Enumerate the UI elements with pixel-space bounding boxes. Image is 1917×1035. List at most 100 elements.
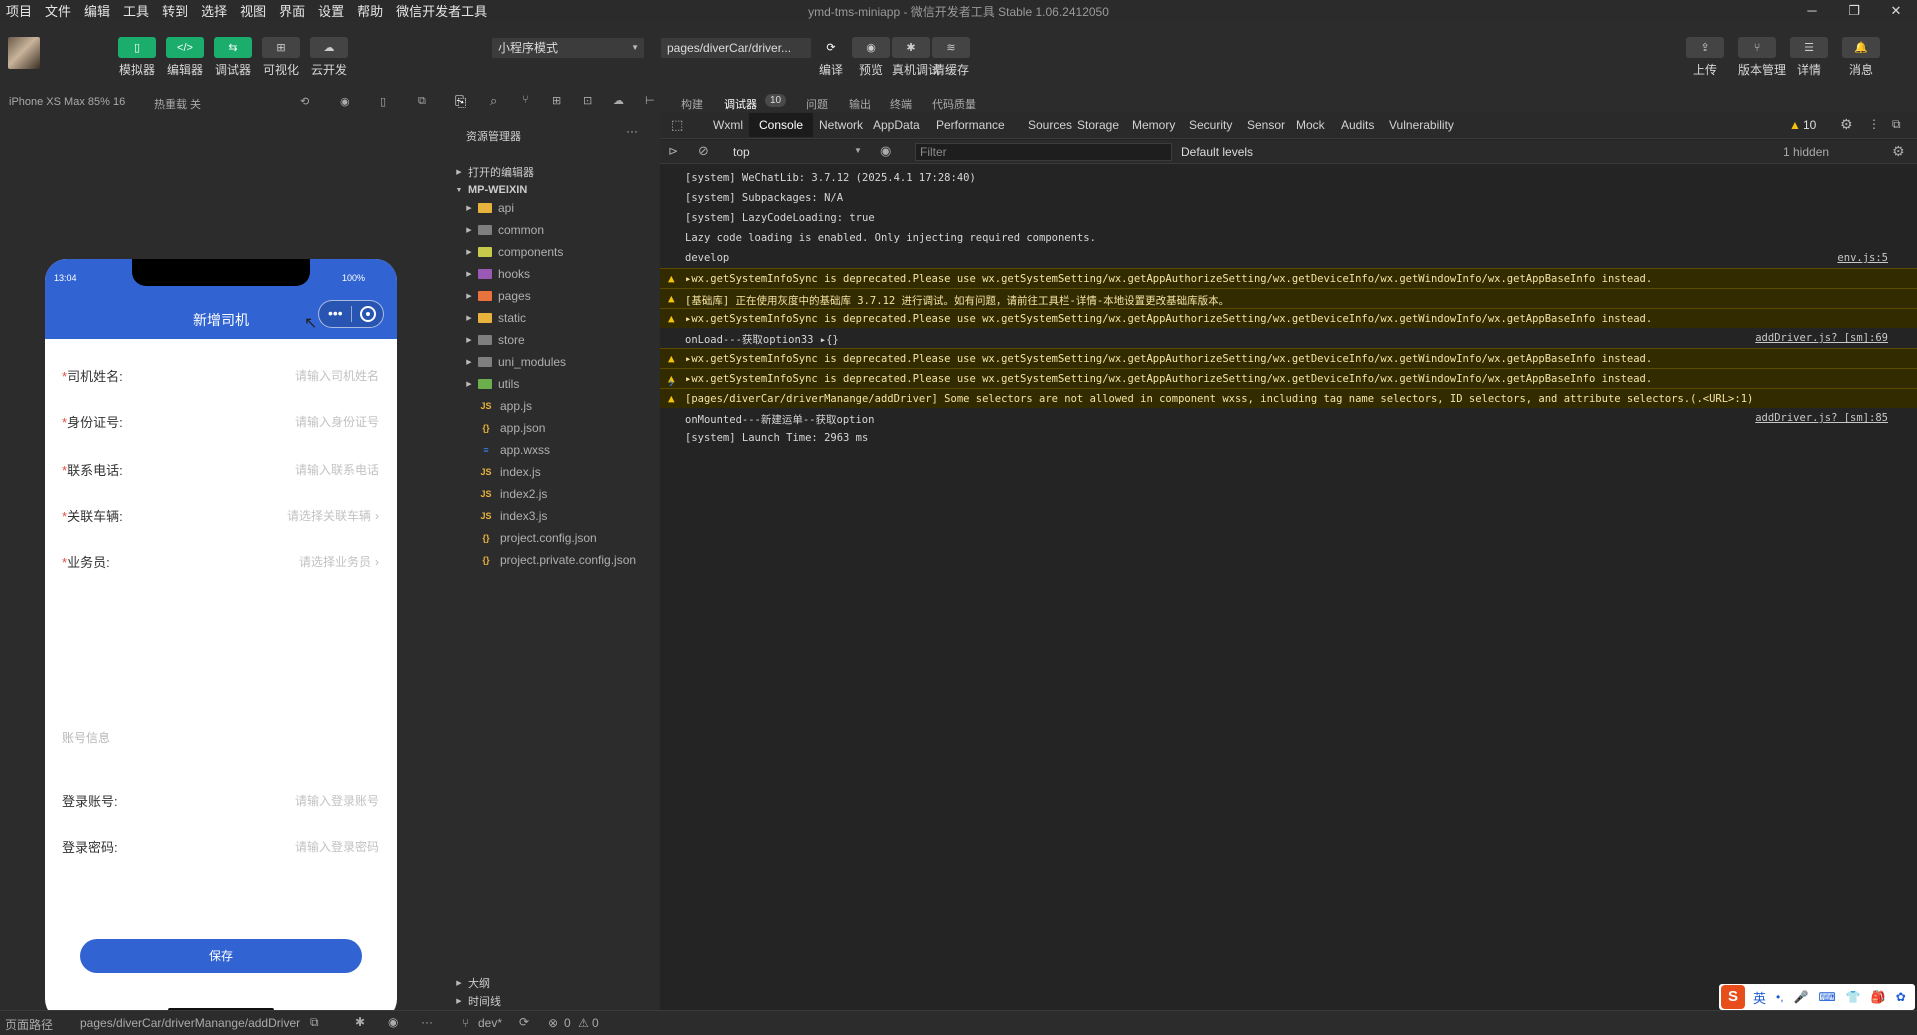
inspect-icon[interactable]: ⬚	[671, 117, 683, 133]
tab-mock[interactable]: Mock	[1296, 118, 1325, 132]
form-row[interactable]: 登录账号: 请输入登录账号	[45, 779, 397, 819]
debug-button[interactable]: ⇆ 调试器	[214, 37, 252, 78]
form-row[interactable]: *身份证号: 请输入身份证号	[45, 400, 397, 440]
bug-button[interactable]: ✱ 真机调试	[892, 37, 940, 78]
save-button[interactable]: 保存	[80, 939, 362, 973]
upload-button[interactable]: ⇪ 上传	[1686, 37, 1724, 78]
rotate-icon[interactable]: ⟲	[300, 95, 309, 108]
form-row[interactable]: 登录密码: 请输入登录密码	[45, 825, 397, 865]
menu-item[interactable]: 编辑	[78, 1, 117, 20]
source-link[interactable]: env.js:5	[1837, 252, 1888, 264]
tab-appdata[interactable]: AppData	[873, 118, 920, 132]
file-item[interactable]: {} project.config.json	[474, 527, 596, 549]
code-button[interactable]: </> 编辑器	[166, 37, 204, 78]
git-icon[interactable]: ⑂	[522, 94, 529, 106]
ime-item[interactable]: ✿	[1896, 990, 1906, 1004]
capsule-menu[interactable]: •••	[318, 300, 384, 328]
menu-item[interactable]: 视图	[234, 1, 273, 20]
folder-item[interactable]: ▶ store	[464, 329, 524, 351]
device-icon[interactable]: ▯	[380, 95, 386, 108]
close-button[interactable]: ✕	[1875, 0, 1917, 21]
tab-network[interactable]: Network	[819, 118, 863, 132]
more-icon[interactable]: ···	[626, 124, 638, 138]
bell-button[interactable]: 🔔 消息	[1842, 37, 1880, 78]
file-item[interactable]: JS app.js	[474, 395, 532, 417]
menu-button[interactable]: ☰ 详情	[1790, 37, 1828, 78]
ime-item[interactable]: 🎤	[1794, 990, 1809, 1004]
tab-sensor[interactable]: Sensor	[1247, 118, 1285, 132]
branch-button[interactable]: ⑂ 版本管理	[1738, 37, 1786, 78]
kebab-icon[interactable]: ⋮	[1868, 117, 1880, 131]
window-icon[interactable]: ⧉	[418, 95, 426, 108]
phone-button[interactable]: ▯ 模拟器	[118, 37, 156, 78]
form-row[interactable]: *联系电话: 请输入联系电话	[45, 448, 397, 488]
ime-item[interactable]: ⌨	[1819, 990, 1836, 1004]
source-link[interactable]: addDriver.js? [sm]:85	[1755, 412, 1888, 424]
context-select[interactable]: top	[733, 145, 750, 159]
ime-item[interactable]: 👕	[1846, 990, 1861, 1004]
minimize-button[interactable]: ─	[1791, 0, 1833, 21]
field-input[interactable]: 请输入联系电话	[295, 461, 379, 478]
sync-icon[interactable]: ⟳	[519, 1015, 529, 1029]
compile-page-select[interactable]: pages/diverCar/driver...	[661, 38, 811, 58]
stop-icon[interactable]: ◉	[340, 95, 350, 108]
sidebar-toggle-icon[interactable]: ⊳	[668, 144, 678, 158]
form-row[interactable]: *司机姓名: 请输入司机姓名	[45, 354, 397, 394]
ime-lang[interactable]: 英	[1753, 988, 1766, 1007]
file-item[interactable]: JS index2.js	[474, 483, 547, 505]
file-item[interactable]: {} project.private.config.json	[474, 549, 636, 571]
page-path-label[interactable]: 页面路径	[5, 1016, 53, 1033]
panel-tab[interactable]: 问题	[806, 96, 828, 112]
tab-console[interactable]: Console	[749, 113, 814, 137]
storage-icon[interactable]: ⊡	[583, 94, 592, 107]
file-item[interactable]: {} app.json	[474, 417, 545, 439]
hot-reload-toggle[interactable]: 热重载 关	[154, 96, 201, 112]
tab-security[interactable]: Security	[1189, 118, 1232, 132]
menu-item[interactable]: 文件	[39, 1, 78, 20]
device-select[interactable]: iPhone XS Max 85% 16	[9, 96, 125, 108]
error-count[interactable]: 0	[564, 1016, 571, 1030]
ime-item[interactable]: •,	[1776, 990, 1784, 1004]
field-input[interactable]: 请输入司机姓名	[295, 367, 379, 384]
folder-item[interactable]: ▶ components	[464, 241, 563, 263]
tab-memory[interactable]: Memory	[1132, 118, 1175, 132]
tab-sources[interactable]: Sources	[1028, 118, 1072, 132]
file-item[interactable]: JS index3.js	[474, 505, 547, 527]
mode-select[interactable]: 小程序模式 ▼	[492, 38, 644, 58]
tab-performance[interactable]: Performance	[936, 118, 1005, 132]
menu-item[interactable]: 帮助	[351, 1, 390, 20]
folder-item[interactable]: ▶ static	[464, 307, 526, 329]
menu-item[interactable]: 界面	[273, 1, 312, 20]
layout-button[interactable]: ⊞ 可视化	[262, 37, 300, 78]
more-icon[interactable]: ···	[421, 1015, 433, 1029]
field-placeholder[interactable]: 请输入登录密码	[295, 838, 379, 855]
folder-item[interactable]: ▶ hooks	[464, 263, 530, 285]
bug-icon[interactable]: ✱	[355, 1015, 365, 1029]
eye-icon[interactable]: ◉	[880, 143, 891, 159]
tab-storage[interactable]: Storage	[1077, 118, 1119, 132]
console-prompt[interactable]: ›	[669, 374, 674, 390]
menu-item[interactable]: 设置	[312, 1, 351, 20]
menu-item[interactable]: 工具	[117, 1, 156, 20]
form-row[interactable]: *关联车辆: 请选择关联车辆 ›	[45, 494, 397, 534]
refresh-button[interactable]: ⟳ 编译	[812, 37, 850, 78]
git-branch[interactable]: dev*	[478, 1016, 502, 1030]
warning-count[interactable]: 0	[592, 1016, 599, 1030]
field-input[interactable]: 请输入身份证号	[295, 413, 379, 430]
timeline-section[interactable]: ▶ 时间线	[454, 990, 501, 1012]
folder-item[interactable]: ▶ api	[464, 197, 514, 219]
cloud-icon[interactable]: ☁	[613, 94, 624, 107]
files-icon[interactable]: ⎘	[455, 93, 466, 110]
tab-vulnerability[interactable]: Vulnerability	[1389, 118, 1454, 132]
source-link[interactable]: addDriver.js? [sm]:69	[1755, 332, 1888, 344]
copy-icon[interactable]: ⧉	[310, 1015, 319, 1030]
panel-tab[interactable]: 终端	[890, 96, 912, 112]
eye-button[interactable]: ◉ 预览	[852, 37, 890, 78]
levels-select[interactable]: Default levels	[1181, 145, 1253, 159]
dock-icon[interactable]: ⧉	[1892, 117, 1901, 132]
panel-tab[interactable]: 输出	[849, 96, 871, 112]
folder-item[interactable]: ▶ common	[464, 219, 544, 241]
clear-console-icon[interactable]: ⊘	[698, 143, 709, 159]
cloud-button[interactable]: ☁ 云开发	[310, 37, 348, 78]
ime-logo-icon[interactable]: S	[1721, 985, 1745, 1009]
